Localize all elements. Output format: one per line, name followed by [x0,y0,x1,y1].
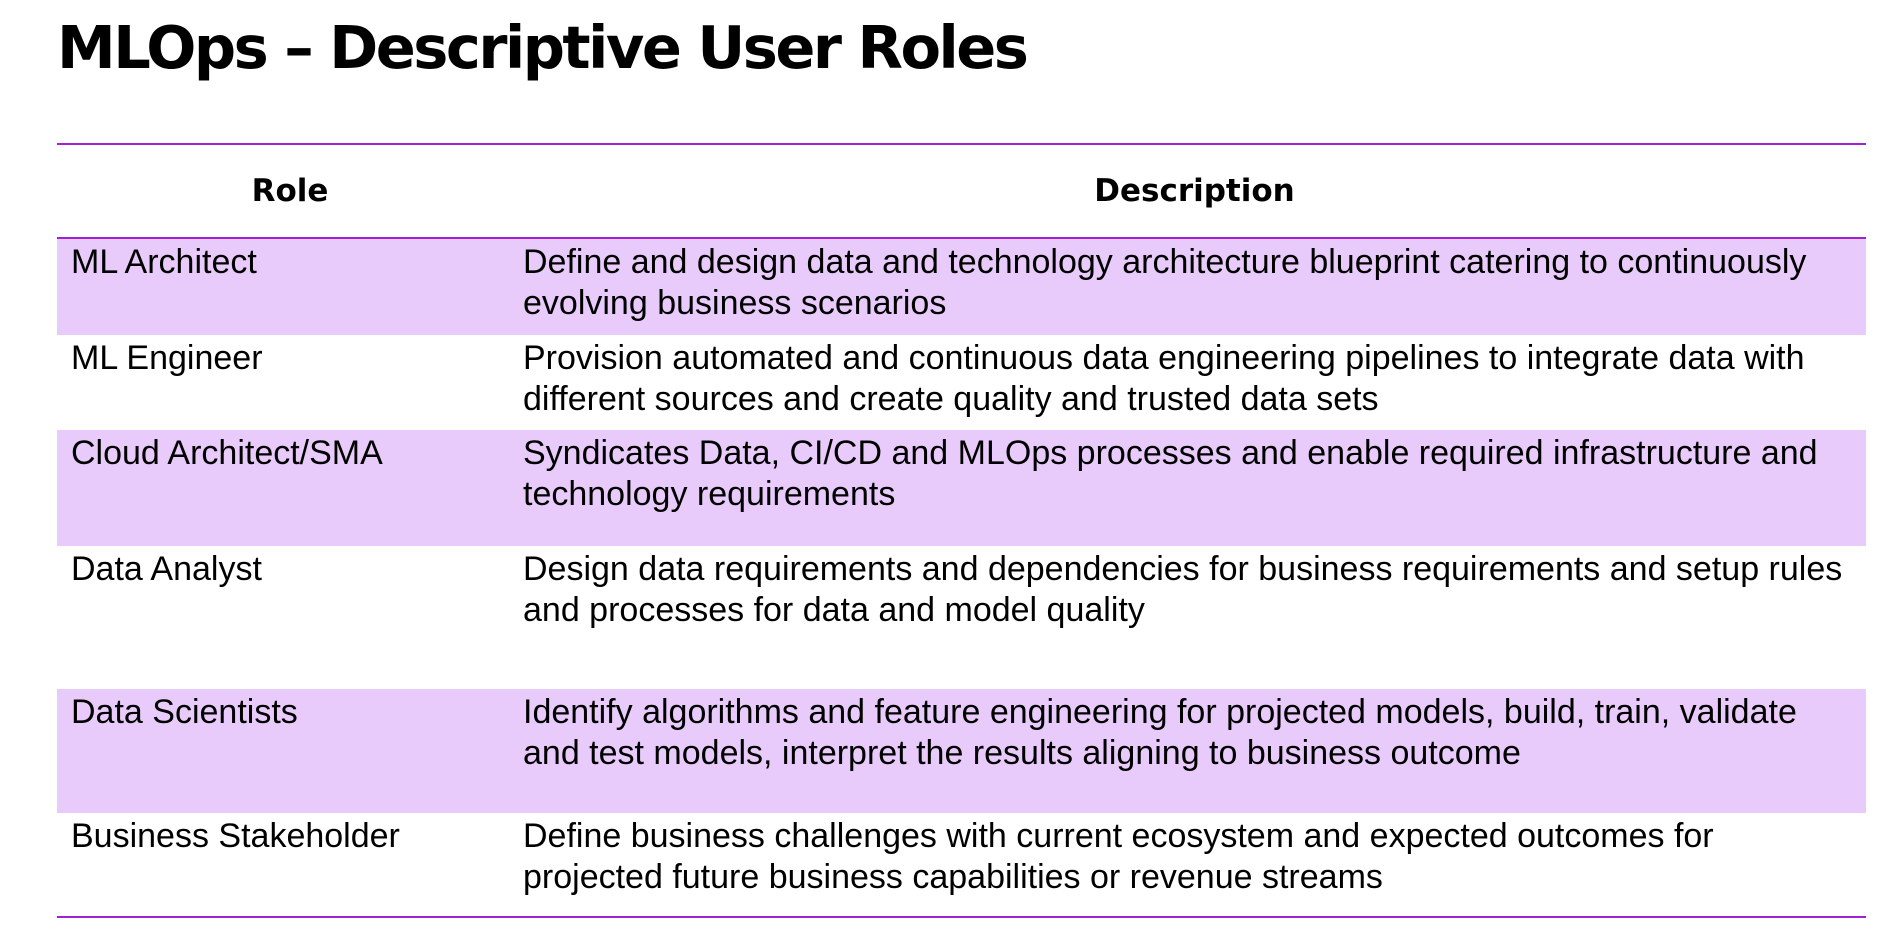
table-row: ML Architect Define and design data and … [57,238,1866,335]
description-cell: Define business challenges with current … [523,817,1714,896]
description-cell: Design data requirements and dependencie… [523,550,1843,629]
slide: MLOps – Descriptive User Roles Role Desc… [0,0,1900,930]
role-cell: ML Engineer [71,339,263,377]
role-cell: Data Analyst [71,550,262,588]
description-cell: Provision automated and continuous data … [523,339,1805,418]
page-title: MLOps – Descriptive User Roles [57,13,1029,82]
role-cell: Data Scientists [71,693,298,731]
header-role: Role [251,173,329,209]
table-row: Data Scientists Identify algorithms and … [57,689,1866,813]
table-body: ML Architect Define and design data and … [57,238,1866,917]
table-row: Business Stakeholder Define business cha… [57,813,1866,917]
description-cell: Identify algorithms and feature engineer… [523,693,1797,772]
role-cell: Business Stakeholder [71,817,400,855]
header-description: Description [1094,173,1295,209]
header-row: Role Description [57,144,1866,238]
role-cell: ML Architect [71,243,257,281]
description-cell: Define and design data and technology ar… [523,243,1807,322]
description-cell: Syndicates Data, CI/CD and MLOps process… [523,434,1818,513]
table-row: Cloud Architect/SMA Syndicates Data, CI/… [57,430,1866,546]
roles-table: Role Description ML Architect Define and… [57,143,1866,918]
table-header: Role Description [57,144,1866,238]
table-row: ML Engineer Provision automated and cont… [57,335,1866,430]
role-cell: Cloud Architect/SMA [71,434,383,472]
table-row: Data Analyst Design data requirements an… [57,546,1866,689]
